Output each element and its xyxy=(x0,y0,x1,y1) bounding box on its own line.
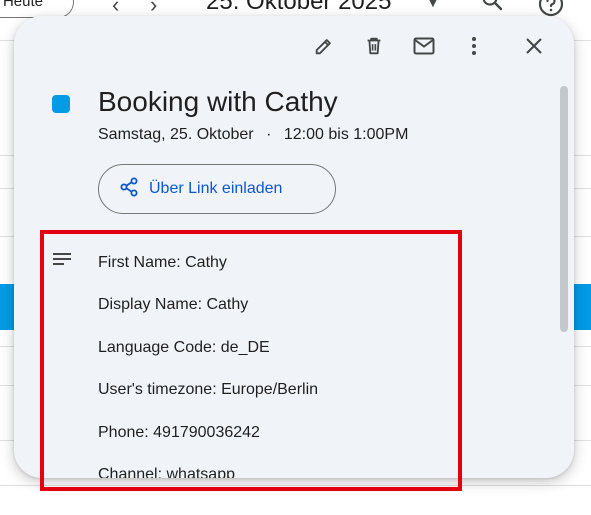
description-line: Channel: whatsapp xyxy=(98,466,235,478)
grid-line xyxy=(0,485,591,486)
event-block-right[interactable] xyxy=(574,284,591,330)
description-icon xyxy=(52,252,72,273)
popup-scrollbar[interactable] xyxy=(560,86,568,332)
description-line: User's timezone: Europe/Berlin xyxy=(98,381,319,398)
search-icon[interactable] xyxy=(480,0,504,17)
chevron-down-icon[interactable]: ▼ xyxy=(426,0,440,10)
event-date: Samstag, 25. Oktober xyxy=(98,126,254,143)
event-title: Booking with Cathy xyxy=(98,86,338,117)
event-detail-popup: Booking with Cathy Samstag, 25. Oktober … xyxy=(14,16,574,478)
share-icon xyxy=(119,177,139,202)
date-time-separator: · xyxy=(266,126,272,143)
current-date-title[interactable]: 25. Oktober 2025 xyxy=(206,0,391,16)
event-date-time: Samstag, 25. Oktober · 12:00 bis 1:00PM xyxy=(98,126,408,144)
invite-via-link-button[interactable]: Über Link einladen xyxy=(98,164,336,214)
email-icon[interactable] xyxy=(412,34,436,58)
close-icon[interactable] xyxy=(522,34,546,58)
description-line: First Name: Cathy xyxy=(98,254,227,271)
description-line: Display Name: Cathy xyxy=(98,296,249,313)
more-options-icon[interactable] xyxy=(462,34,486,58)
invite-button-label: Über Link einladen xyxy=(149,180,283,197)
delete-icon[interactable] xyxy=(362,34,386,58)
edit-icon[interactable] xyxy=(312,34,336,58)
event-time-range: 12:00 bis 1:00PM xyxy=(283,126,409,143)
description-line: Language Code: de_DE xyxy=(98,339,270,356)
description-line: Phone: 491790036242 xyxy=(98,424,260,441)
event-color-indicator xyxy=(52,95,70,113)
